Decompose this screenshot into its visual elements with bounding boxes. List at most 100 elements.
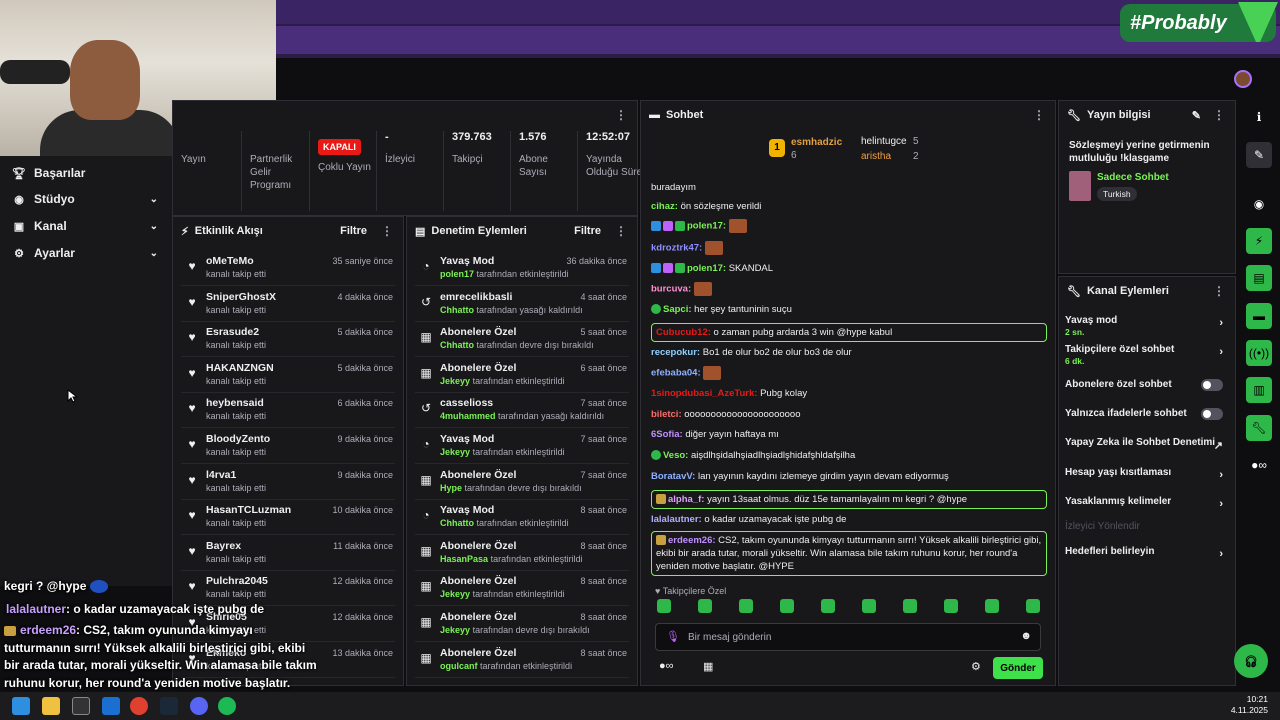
chat-username[interactable]: kdroztrk47: xyxy=(651,243,702,254)
outlook-icon[interactable] xyxy=(102,697,120,715)
emote-button[interactable] xyxy=(862,599,876,613)
mod-username[interactable]: Chhatto xyxy=(440,340,474,350)
list-icon[interactable]: ▤ xyxy=(1246,265,1272,291)
filter-button[interactable]: Filtre xyxy=(340,225,367,237)
filter-button[interactable]: Filtre xyxy=(574,225,601,237)
emote-button[interactable] xyxy=(821,599,835,613)
chat-username[interactable]: 6Sofia: xyxy=(651,429,683,440)
gear-icon[interactable]: ⚙︎ xyxy=(971,660,981,673)
chat-username[interactable]: biletci: xyxy=(651,409,682,420)
more-icon[interactable]: ⋮ xyxy=(615,108,627,122)
more-icon[interactable]: ⋮ xyxy=(1213,108,1225,122)
emote-only-toggle[interactable] xyxy=(1201,408,1223,420)
mic-icon[interactable]: 🎙︎ xyxy=(666,630,680,643)
mod-action-item[interactable]: ▦ Abonelere Özel Jekeyy tarafından etkin… xyxy=(407,358,637,393)
chrome-icon[interactable] xyxy=(130,697,148,715)
mod-username[interactable]: Jekeyy xyxy=(440,589,470,599)
account-age-action[interactable]: Hesap yaşı kısıtlaması › xyxy=(1065,467,1231,481)
chat-username[interactable]: polen17: xyxy=(687,221,726,232)
followers-only-action[interactable]: Takipçilere özel sohbet 6 dk. › xyxy=(1065,344,1231,366)
points-icon[interactable]: ●∞ xyxy=(659,660,674,672)
mod-username[interactable]: Chhatto xyxy=(440,518,474,528)
mod-action-item[interactable]: ▦ Abonelere Özel ogulcanf tarafından etk… xyxy=(407,643,637,678)
emote-button[interactable] xyxy=(698,599,712,613)
chat-username[interactable]: recepokur: xyxy=(651,347,700,358)
emote-button[interactable] xyxy=(657,599,671,613)
chat-username[interactable]: Sapci: xyxy=(663,304,692,315)
chat-icon[interactable]: ▬ xyxy=(1246,303,1272,329)
sidebar-item-channel[interactable]: ▣ Kanal ⌄ xyxy=(0,213,172,239)
ai-moderation-action[interactable]: Yapay Zeka ile Sohbet Denetimi ↗ xyxy=(1065,437,1231,452)
broadcast-icon[interactable]: ((•)) xyxy=(1246,340,1272,366)
more-icon[interactable]: ⋮ xyxy=(381,224,393,238)
windows-start-icon[interactable] xyxy=(12,697,30,715)
edit-icon[interactable]: ✎ xyxy=(1246,142,1272,168)
studio-icon[interactable]: ◉ xyxy=(1246,191,1272,217)
more-icon[interactable]: ⋮ xyxy=(1213,284,1225,298)
chat-username[interactable]: efebaba04: xyxy=(651,368,701,379)
emote-button[interactable] xyxy=(739,599,753,613)
category-link[interactable]: Sadece Sohbet xyxy=(1097,172,1169,183)
emote-button[interactable] xyxy=(944,599,958,613)
help-button[interactable]: 🎧︎ xyxy=(1234,644,1268,678)
subs-only-toggle[interactable] xyxy=(1201,379,1223,391)
mod-username[interactable]: Jekeyy xyxy=(440,447,470,457)
activity-item[interactable]: ♥ HasanTCLuzman kanalı takip etti 10 dak… xyxy=(173,500,403,535)
info-icon[interactable]: ℹ︎ xyxy=(1246,104,1272,130)
mod-username[interactable]: ogulcanf xyxy=(440,661,478,671)
mod-username[interactable]: Jekeyy xyxy=(440,376,470,386)
chat-username[interactable]: Cubucub12: xyxy=(656,327,711,338)
sidebar-item-settings[interactable]: ⚙︎ Ayarlar ⌄ xyxy=(0,240,172,266)
activity-item[interactable]: ♥ oMeTeMo kanalı takip etti 35 saniye ön… xyxy=(173,251,403,286)
more-icon[interactable]: ⋮ xyxy=(1033,108,1045,122)
chat-username[interactable]: lalalautner: xyxy=(651,514,702,525)
tag-pill[interactable]: Turkish xyxy=(1097,187,1137,201)
mod-username[interactable]: HasanPasa xyxy=(440,554,488,564)
slow-mode-action[interactable]: Yavaş mod 2 sn. › xyxy=(1065,315,1231,337)
mod-action-item[interactable]: ↺ casselioss 4muhammed tarafından yasağı… xyxy=(407,393,637,428)
layout-icon[interactable]: ▥ xyxy=(1246,377,1272,403)
more-icon[interactable]: ⋮ xyxy=(615,224,627,238)
bolt-icon[interactable]: ⚡︎ xyxy=(1246,228,1272,254)
emote-button[interactable] xyxy=(780,599,794,613)
steam-icon[interactable] xyxy=(160,697,178,715)
activity-item[interactable]: ♥ heybensaid kanalı takip etti 6 dakika … xyxy=(173,393,403,428)
store-icon[interactable] xyxy=(72,697,90,715)
mod-action-item[interactable]: ▦ Abonelere Özel Chhatto tarafından devr… xyxy=(407,322,637,357)
chat-username[interactable]: cihaz: xyxy=(651,201,678,212)
subs-only-action[interactable]: Abonelere özel sohbet xyxy=(1065,379,1231,391)
emote-only-action[interactable]: Yalnızca ifadelerle sohbet xyxy=(1065,408,1231,420)
chat-username[interactable]: erdeem26: xyxy=(668,535,716,546)
mod-username[interactable]: 4muhammed xyxy=(440,411,496,421)
send-button[interactable]: Gönder xyxy=(993,657,1043,679)
banned-words-action[interactable]: Yasaklanmış kelimeler › xyxy=(1065,496,1231,510)
file-explorer-icon[interactable] xyxy=(42,697,60,715)
spotify-icon[interactable] xyxy=(218,697,236,715)
emote-button[interactable] xyxy=(903,599,917,613)
activity-item[interactable]: ♥ HAKANZNGN kanalı takip etti 5 dakika ö… xyxy=(173,358,403,393)
mod-action-item[interactable]: ▦ Abonelere Özel Jekeyy tarafından devre… xyxy=(407,607,637,642)
emoji-icon[interactable]: ☻ xyxy=(1020,630,1032,642)
wrench-icon[interactable]: 🔧︎ xyxy=(1246,415,1272,441)
chat-username[interactable]: BoratavV: xyxy=(651,471,695,482)
activity-item[interactable]: ♥ l4rva1 kanalı takip etti 9 dakika önce xyxy=(173,465,403,500)
edit-icon[interactable]: ✎ xyxy=(1192,109,1201,122)
chat-username[interactable]: Veso: xyxy=(663,450,688,461)
mod-action-item[interactable]: ▦ Abonelere Özel Jekeyy tarafından etkin… xyxy=(407,571,637,606)
mod-action-item[interactable]: ▦ Abonelere Özel Hype tarafından devre d… xyxy=(407,465,637,500)
chat-username[interactable]: alpha_f: xyxy=(668,494,704,505)
chat-username[interactable]: polen17: xyxy=(687,263,726,274)
mod-action-item[interactable]: ◔ Yavaş Mod Jekeyy tarafından etkinleşti… xyxy=(407,429,637,464)
emote-button[interactable] xyxy=(1026,599,1040,613)
points-icon[interactable]: ●∞ xyxy=(1246,452,1272,478)
chat-username[interactable]: 1sinopdubasi_AzeTurk: xyxy=(651,388,757,399)
chat-username[interactable]: burcuva: xyxy=(651,284,691,295)
activity-item[interactable]: ♥ SniperGhostX kanalı takip etti 4 dakik… xyxy=(173,287,403,322)
avatar[interactable] xyxy=(1234,70,1252,88)
mod-username[interactable]: Hype xyxy=(440,483,462,493)
activity-item[interactable]: ♥ BloodyZento kanalı takip etti 9 dakika… xyxy=(173,429,403,464)
mod-action-item[interactable]: ◔ Yavaş Mod Chhatto tarafından etkinleşt… xyxy=(407,500,637,535)
mod-action-item[interactable]: ↺ emrecelikbasli Chhatto tarafından yasa… xyxy=(407,287,637,322)
goals-action[interactable]: Hedefleri belirleyin › xyxy=(1065,546,1231,560)
mod-username[interactable]: Chhatto xyxy=(440,305,474,315)
